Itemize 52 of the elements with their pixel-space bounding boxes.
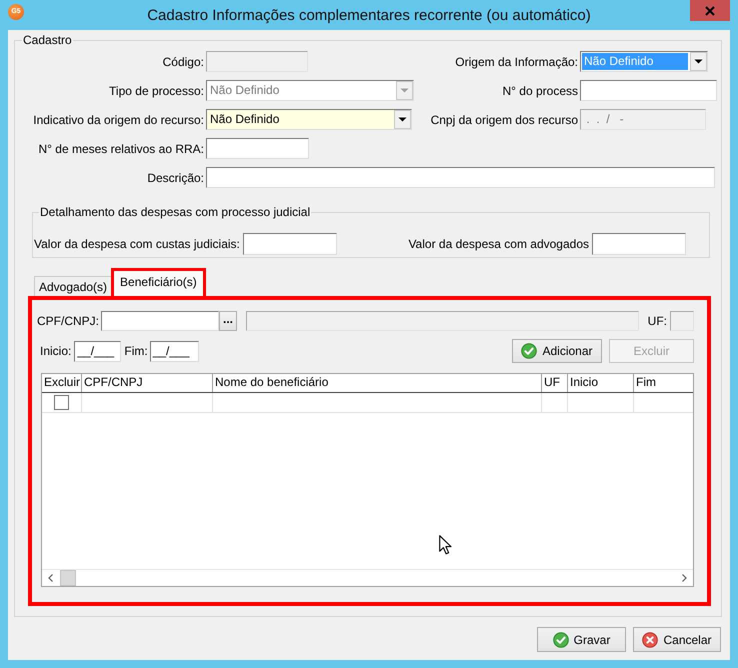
field-label: N° de meses relativos ao RRA:: [37, 142, 204, 156]
close-button[interactable]: [690, 0, 730, 21]
input-field[interactable]: [592, 233, 686, 255]
input-field[interactable]: [242, 233, 337, 255]
dropdown[interactable]: Não Definido: [206, 109, 412, 130]
input-field[interactable]: [580, 80, 717, 101]
column-header: Fim: [635, 374, 657, 391]
input-field[interactable]: [206, 167, 715, 188]
column-header: Nome do beneficiário: [213, 374, 542, 392]
tab[interactable]: Beneficiário(s): [111, 268, 206, 296]
table-cell: [542, 393, 568, 413]
cancel-button[interactable]: Cancelar: [633, 627, 721, 652]
caret-icon: [690, 52, 707, 71]
table-cell: [568, 393, 634, 413]
check-icon: [521, 343, 538, 359]
field-label: CPF/CNPJ:: [37, 314, 100, 328]
input-field[interactable]: [206, 138, 309, 159]
field-label: Tipo de processo:: [108, 84, 204, 98]
window-title: Cadastro Informações complementares recorrente (ou automático): [147, 6, 591, 24]
tab[interactable]: Advogado(s): [34, 276, 112, 296]
scrollbar-thumb[interactable]: [60, 570, 76, 586]
field-label: Cnpj da origem dos recurso: [430, 112, 578, 126]
field-label: N° do process: [502, 84, 578, 98]
date-input-field[interactable]: __/___: [74, 340, 122, 362]
column-header: CPF/CNPJ: [82, 374, 213, 392]
field-label: Código:: [162, 54, 204, 68]
field-label: Fim:: [124, 344, 148, 358]
column-header: UF: [542, 374, 568, 392]
caret-icon: [394, 110, 411, 129]
mouse-pointer-icon: [439, 535, 452, 555]
field-label: Valor da despesa com advogados: [408, 237, 589, 251]
field-label: Descrição:: [146, 170, 204, 184]
add-button[interactable]: Adicionar: [512, 339, 602, 363]
field-label: Indicativo da origem do recurso:: [32, 112, 204, 126]
group-title: Detalhamento das despesas com processo judicial: [39, 205, 312, 219]
group-title: Cadastro: [22, 33, 73, 47]
checkbox[interactable]: [54, 395, 69, 410]
date-input-field[interactable]: __/___: [150, 340, 199, 362]
column-header: Inicio: [568, 374, 634, 392]
caret-icon: [396, 81, 413, 100]
input-field[interactable]: [101, 311, 220, 331]
lookup-button[interactable]: ...: [219, 311, 238, 331]
save-button[interactable]: Gravar: [537, 627, 626, 652]
field-label: UF:: [648, 314, 667, 328]
field-label: Valor da despesa com custas judiciais:: [34, 237, 240, 251]
field-label: Origem da Informação:: [455, 54, 578, 68]
close-icon: [705, 6, 715, 16]
column-header: Excluir: [42, 374, 82, 392]
field-label: Inicio:: [40, 344, 72, 358]
cancel-icon: [642, 632, 658, 648]
scrollbar[interactable]: [42, 569, 693, 586]
check-icon: [552, 632, 569, 648]
